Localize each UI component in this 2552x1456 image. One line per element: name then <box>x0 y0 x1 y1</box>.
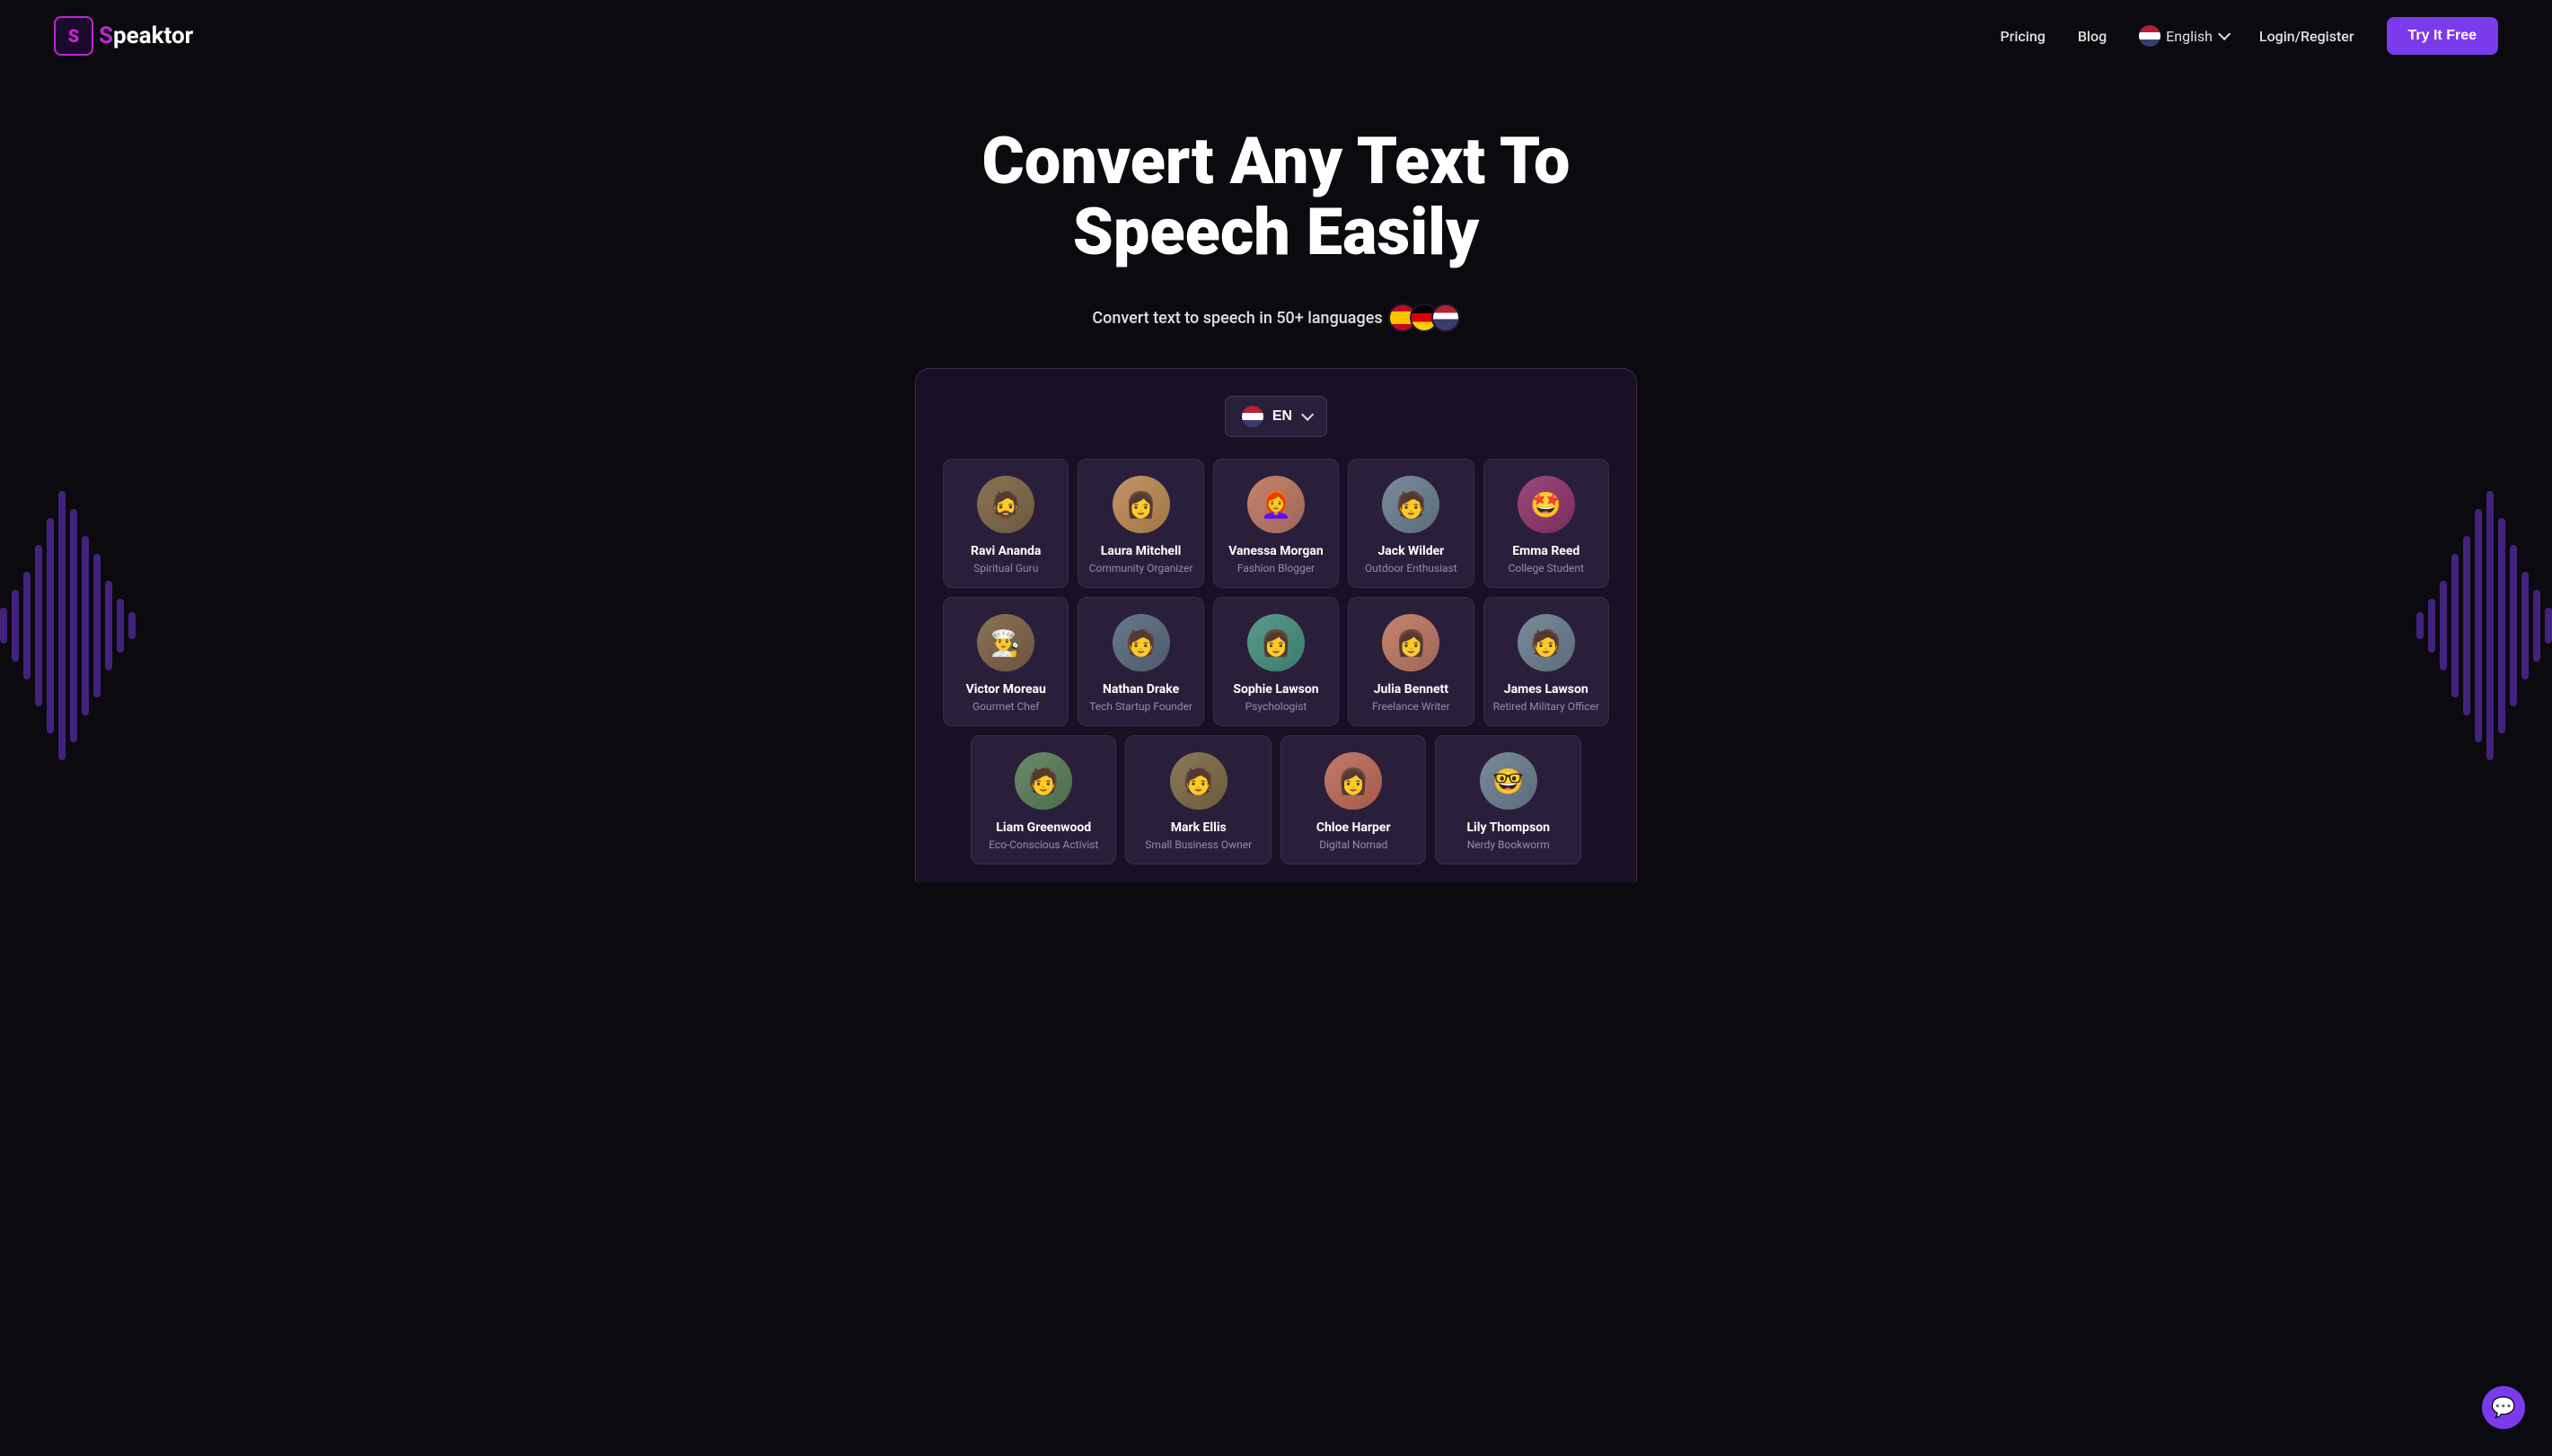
voice-role-chloe: Digital Nomad <box>1290 838 1417 851</box>
voice-card-lily[interactable]: 🤓 Lily Thompson Nerdy Bookworm <box>1435 735 1581 864</box>
voice-avatar-jack: 🧑 <box>1382 476 1439 533</box>
voice-avatar-chloe: 👩 <box>1324 752 1382 810</box>
voice-role-ravi: Spiritual Guru <box>953 562 1059 575</box>
voice-card-jack[interactable]: 🧑 Jack Wilder Outdoor Enthusiast <box>1348 459 1474 588</box>
logo-text: Speaktor <box>99 22 193 49</box>
voice-card-victor[interactable]: 👨‍🍳 Victor Moreau Gourmet Chef <box>943 597 1069 726</box>
us-flag-icon <box>2139 25 2160 47</box>
app-language-selector: EN <box>943 396 1609 437</box>
voice-name-jack: Jack Wilder <box>1358 544 1464 558</box>
voice-avatar-laura: 👩 <box>1113 476 1170 533</box>
app-lang-code: EN <box>1272 408 1292 425</box>
voice-name-sophie: Sophie Lawson <box>1223 682 1329 697</box>
voice-name-james: James Lawson <box>1493 682 1599 697</box>
voice-name-chloe: Chloe Harper <box>1290 820 1417 835</box>
voice-name-laura: Laura Mitchell <box>1087 544 1193 558</box>
voice-card-emma[interactable]: 🤩 Emma Reed College Student <box>1483 459 1609 588</box>
voice-name-ravi: Ravi Ananda <box>953 544 1059 558</box>
app-window: EN 🧔 Ravi Ananda Spiritual Guru 👩 Laura … <box>915 368 1637 882</box>
voice-name-victor: Victor Moreau <box>953 682 1059 697</box>
voice-card-laura[interactable]: 👩 Laura Mitchell Community Organizer <box>1078 459 1203 588</box>
flags-group <box>1395 303 1460 332</box>
voice-name-emma: Emma Reed <box>1493 544 1599 558</box>
hero-title: Convert Any Text To Speech Easily <box>872 126 1680 268</box>
hero-section: Convert Any Text To Speech Easily Conver… <box>0 72 2552 332</box>
nav-pricing[interactable]: Pricing <box>2000 28 2045 45</box>
voice-grid-row1: 🧔 Ravi Ananda Spiritual Guru 👩 Laura Mit… <box>943 459 1609 588</box>
app-lang-button[interactable]: EN <box>1225 396 1327 437</box>
app-us-flag-icon <box>1242 406 1263 427</box>
voice-avatar-mark: 🧑 <box>1170 752 1228 810</box>
voice-role-james: Retired Military Officer <box>1493 700 1599 713</box>
chat-bubble[interactable]: 💬 <box>2482 1386 2525 1429</box>
voice-name-nathan: Nathan Drake <box>1087 682 1193 697</box>
voice-role-nathan: Tech Startup Founder <box>1087 700 1193 713</box>
voice-card-julia[interactable]: 👩 Julia Bennett Freelance Writer <box>1348 597 1474 726</box>
voice-card-vanessa[interactable]: 👩‍🦰 Vanessa Morgan Fashion Blogger <box>1213 459 1339 588</box>
voice-role-emma: College Student <box>1493 562 1599 575</box>
voice-avatar-victor: 👨‍🍳 <box>977 614 1034 671</box>
voice-name-vanessa: Vanessa Morgan <box>1223 544 1329 558</box>
chat-icon: 💬 <box>2491 1397 2515 1419</box>
language-label: English <box>2166 28 2213 45</box>
voice-avatar-emma: 🤩 <box>1518 476 1575 533</box>
voice-role-liam: Eco-Conscious Activist <box>981 838 1107 851</box>
voice-card-sophie[interactable]: 👩 Sophie Lawson Psychologist <box>1213 597 1339 726</box>
voice-card-james[interactable]: 🧑 James Lawson Retired Military Officer <box>1483 597 1609 726</box>
voice-card-chloe[interactable]: 👩 Chloe Harper Digital Nomad <box>1280 735 1427 864</box>
logo-icon: S <box>54 16 93 56</box>
voice-card-liam[interactable]: 🧑 Liam Greenwood Eco-Conscious Activist <box>971 735 1117 864</box>
voice-avatar-nathan: 🧑 <box>1113 614 1170 671</box>
chevron-down-icon <box>2218 28 2231 40</box>
voice-grid-row3: 🧑 Liam Greenwood Eco-Conscious Activist … <box>971 735 1581 882</box>
voice-role-victor: Gourmet Chef <box>953 700 1059 713</box>
voice-role-sophie: Psychologist <box>1223 700 1329 713</box>
voice-card-mark[interactable]: 🧑 Mark Ellis Small Business Owner <box>1125 735 1272 864</box>
nav-blog[interactable]: Blog <box>2078 28 2107 45</box>
voice-avatar-liam: 🧑 <box>1015 752 1072 810</box>
voice-role-laura: Community Organizer <box>1087 562 1193 575</box>
app-chevron-down-icon <box>1301 408 1314 421</box>
voice-grid-row2: 👨‍🍳 Victor Moreau Gourmet Chef 🧑 Nathan … <box>943 597 1609 726</box>
hero-subtitle: Convert text to speech in 50+ languages <box>18 303 2534 332</box>
language-selector[interactable]: English <box>2139 25 2227 47</box>
voice-card-nathan[interactable]: 🧑 Nathan Drake Tech Startup Founder <box>1078 597 1203 726</box>
waveform-section: EN 🧔 Ravi Ananda Spiritual Guru 👩 Laura … <box>0 368 2552 882</box>
nav-links: Pricing Blog English Login/Register Try … <box>2000 17 2498 55</box>
voice-role-lily: Nerdy Bookworm <box>1445 838 1571 851</box>
voice-avatar-james: 🧑 <box>1518 614 1575 671</box>
voice-name-mark: Mark Ellis <box>1135 820 1262 835</box>
voice-avatar-ravi: 🧔 <box>977 476 1034 533</box>
nav-login-register[interactable]: Login/Register <box>2259 28 2354 45</box>
voice-avatar-sophie: 👩 <box>1247 614 1305 671</box>
voice-name-julia: Julia Bennett <box>1358 682 1464 697</box>
voice-card-ravi[interactable]: 🧔 Ravi Ananda Spiritual Guru <box>943 459 1069 588</box>
voice-avatar-lily: 🤓 <box>1480 752 1537 810</box>
voice-avatar-julia: 👩 <box>1382 614 1439 671</box>
voice-avatar-vanessa: 👩‍🦰 <box>1247 476 1305 533</box>
voice-role-jack: Outdoor Enthusiast <box>1358 562 1464 575</box>
voice-role-mark: Small Business Owner <box>1135 838 1262 851</box>
left-waveform <box>0 368 136 882</box>
navbar: S Speaktor Pricing Blog English Login/Re… <box>0 0 2552 72</box>
voice-role-vanessa: Fashion Blogger <box>1223 562 1329 575</box>
right-waveform <box>2416 368 2552 882</box>
logo[interactable]: S Speaktor <box>54 16 193 56</box>
voice-role-julia: Freelance Writer <box>1358 700 1464 713</box>
voice-name-liam: Liam Greenwood <box>981 820 1107 835</box>
try-free-button[interactable]: Try It Free <box>2387 17 2498 55</box>
us-flag-group-icon <box>1431 303 1460 332</box>
voice-name-lily: Lily Thompson <box>1445 820 1571 835</box>
